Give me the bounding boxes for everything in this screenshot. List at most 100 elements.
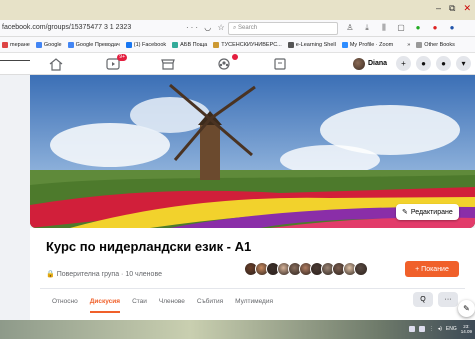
groups-badge xyxy=(232,54,238,60)
bookmark-label: АБВ Поща xyxy=(180,41,208,48)
bookmark-item[interactable]: Google Преводач xyxy=(67,41,120,48)
messenger-icon[interactable]: ● xyxy=(416,56,431,71)
profile-name: Diana xyxy=(367,60,387,67)
home-icon[interactable] xyxy=(48,57,64,71)
group-privacy: 🔒 Поверителна група · 10 членове xyxy=(46,270,162,279)
avatar xyxy=(352,57,365,70)
bookmark-item[interactable]: » xyxy=(399,42,410,48)
bookmark-label: ТУСЕНСКИУНИВЕРС... xyxy=(221,41,282,48)
edit-cover-button[interactable]: ✎ Редактиране xyxy=(396,204,459,220)
bookmark-favicon-icon xyxy=(341,41,348,48)
bookmark-label: Other Books xyxy=(424,41,455,48)
edit-cover-label: Редактиране xyxy=(410,208,453,216)
search-input[interactable]: ⌕ Search xyxy=(228,22,338,35)
caret-icon[interactable]: ▾ xyxy=(456,56,471,71)
tray-app-icon[interactable] xyxy=(418,326,425,332)
os-taskbar: ⋮ ◂) ENG 23: 14.09 xyxy=(0,320,475,339)
invite-label: + Покание xyxy=(415,265,449,273)
group-header-panel: Курс по нидерландски език - A1 🔒 Поверит… xyxy=(30,228,475,320)
tab-item[interactable]: Стаи xyxy=(132,298,147,313)
bookmark-favicon-icon xyxy=(213,41,220,48)
extension-green-icon[interactable]: ● xyxy=(413,23,423,33)
bookmark-item[interactable]: e-Learning Shell xyxy=(287,41,336,48)
bell-icon[interactable]: ● xyxy=(436,56,451,71)
minimize-button[interactable]: – xyxy=(436,3,441,14)
tray-app-icon[interactable] xyxy=(408,326,415,332)
bookmark-item[interactable]: ТУСЕНСКИУНИВЕРС... xyxy=(213,41,282,48)
bookmark-label: (1) Facebook xyxy=(133,41,167,48)
bookmark-favicon-icon xyxy=(399,42,405,48)
facebook-navbar: 9+ Diana + ● ● ▾ xyxy=(0,53,475,75)
extensions-icon[interactable]: ♙ xyxy=(345,23,355,33)
bookmark-label: Google xyxy=(43,41,62,48)
close-button[interactable]: ✕ xyxy=(463,3,471,14)
member-avatar[interactable] xyxy=(354,262,368,276)
member-avatars[interactable] xyxy=(244,262,368,276)
bookmark-label: My Profile · Zoom xyxy=(349,41,394,48)
more-icon: ··· xyxy=(444,296,452,303)
url-field[interactable]: facebook.com/groups/15375477 3 1 2323 xyxy=(2,24,131,31)
clock[interactable]: 23: 14.09 xyxy=(461,324,472,334)
bookmark-star-icon[interactable]: ☆ xyxy=(217,23,226,32)
extension-red-icon[interactable]: ● xyxy=(430,23,440,33)
tab-item[interactable]: Членове xyxy=(159,298,185,313)
extension-blue-icon[interactable]: ● xyxy=(447,23,457,33)
tab-item[interactable]: Относно xyxy=(52,298,78,313)
gaming-icon[interactable] xyxy=(272,57,288,71)
search-icon: Q xyxy=(420,296,426,303)
plus-icon[interactable]: + xyxy=(396,56,411,71)
bookmark-item[interactable]: АБВ Поща xyxy=(172,41,208,48)
bookmark-label: » xyxy=(407,41,411,48)
bookmark-favicon-icon xyxy=(35,41,42,48)
group-search-button[interactable]: Q xyxy=(413,292,433,307)
library-icon[interactable]: ⫼ xyxy=(379,23,389,33)
tab-item[interactable]: Дискусия xyxy=(89,298,121,313)
window-title-bar: – ⧉ ✕ xyxy=(0,0,475,20)
more-actions-icon[interactable]: ··· xyxy=(186,23,200,32)
tab-item[interactable]: Мултимедия xyxy=(235,298,273,313)
profile-chip[interactable]: Diana xyxy=(352,57,391,71)
network-icon[interactable]: ⋮ xyxy=(429,326,434,332)
bookmark-item[interactable]: mepaнe xyxy=(2,41,30,48)
bookmark-favicon-icon xyxy=(416,41,423,48)
lock-icon: 🔒 xyxy=(46,271,55,278)
group-privacy-text[interactable]: Поверителна група · 10 членове xyxy=(57,271,162,278)
bookmark-item[interactable]: (1) Facebook xyxy=(125,41,167,48)
watch-badge: 9+ xyxy=(117,54,127,61)
bookmark-item[interactable]: Google xyxy=(35,41,62,48)
invite-button[interactable]: + Покание xyxy=(405,261,459,277)
decorative-line xyxy=(0,60,30,61)
download-icon[interactable]: ⤓ xyxy=(362,23,372,33)
bookmark-item[interactable]: Other Books xyxy=(416,41,455,48)
group-more-button[interactable]: ··· xyxy=(438,292,458,307)
address-bar-row: facebook.com/groups/15375477 3 1 2323 ··… xyxy=(0,20,475,37)
search-placeholder: Search xyxy=(238,25,258,31)
maximize-button[interactable]: ⧉ xyxy=(449,3,455,14)
group-tabs: Относно Дискусия Стаи Членове Събития Мултиме… xyxy=(52,298,273,313)
language-indicator[interactable]: ENG xyxy=(446,326,457,332)
tab-item[interactable]: Събития xyxy=(197,298,223,313)
bookmark-favicon-icon xyxy=(2,41,8,48)
browser-toolbar: ♙ ⤓ ⫼ ▢ ● ● ● xyxy=(345,23,457,33)
volume-icon[interactable]: ◂) xyxy=(438,326,442,332)
groups-icon[interactable] xyxy=(216,54,238,71)
marketplace-icon[interactable] xyxy=(160,57,176,71)
group-title: Курс по нидерландски език - A1 xyxy=(46,239,252,254)
bookmarks-bar: mepaнe Google Google Преводач (1) Facebook А… xyxy=(0,37,475,53)
clock-date: 14.09 xyxy=(460,329,472,334)
navbar-right: Diana + ● ● ▾ xyxy=(352,56,471,71)
bookmark-label: Google Преводач xyxy=(75,41,120,48)
bookmark-label: e-Learning Shell xyxy=(295,41,336,48)
bookmark-item[interactable]: My Profile · Zoom xyxy=(341,41,394,48)
pencil-icon: ✎ xyxy=(402,209,408,216)
divider xyxy=(40,288,465,289)
page-actions: ··· ◡ ☆ xyxy=(186,23,227,32)
pocket-icon[interactable]: ◡ xyxy=(204,23,213,32)
bookmark-favicon-icon xyxy=(287,41,294,48)
sidebar-icon[interactable]: ▢ xyxy=(396,23,406,33)
bookmark-label: mepaнe xyxy=(10,41,30,48)
bookmark-favicon-icon xyxy=(67,41,74,48)
bookmark-favicon-icon xyxy=(125,41,132,48)
watch-icon[interactable]: 9+ xyxy=(105,54,127,71)
compose-icon[interactable]: ✎ xyxy=(458,300,475,317)
